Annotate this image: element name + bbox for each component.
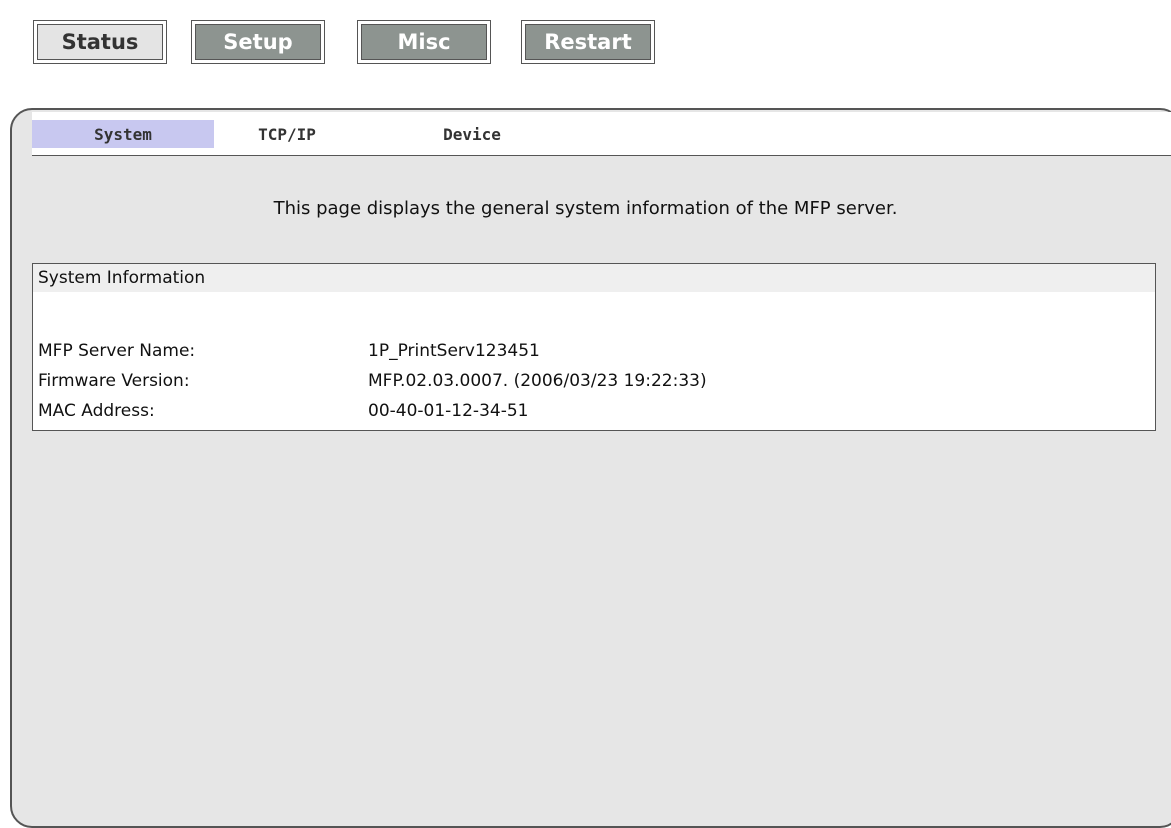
restart-button-label: Restart [525, 24, 651, 60]
system-information-box: System Information MFP Server Name: 1P_P… [32, 263, 1156, 431]
firmware-version-label: Firmware Version: [38, 371, 190, 391]
misc-button-label: Misc [361, 24, 487, 60]
server-name-label: MFP Server Name: [38, 341, 196, 361]
tab-system[interactable]: System [32, 120, 214, 148]
setup-button[interactable]: Setup [191, 20, 325, 64]
status-button-label: Status [37, 24, 163, 60]
misc-button[interactable]: Misc [357, 20, 491, 64]
status-button[interactable]: Status [33, 20, 167, 64]
firmware-version-value: MFP.02.03.0007. (2006/03/23 19:22:33) [368, 371, 707, 391]
mac-address-label: MAC Address: [38, 401, 155, 421]
mac-address-value: 00-40-01-12-34-51 [368, 401, 529, 421]
server-name-value: 1P_PrintServ123451 [368, 341, 540, 361]
tab-tcpip[interactable]: TCP/IP [237, 120, 337, 148]
system-information-title: System Information [33, 264, 1155, 292]
setup-button-label: Setup [195, 24, 321, 60]
page-description: This page displays the general system in… [273, 198, 898, 219]
restart-button[interactable]: Restart [521, 20, 655, 64]
tab-device[interactable]: Device [427, 120, 517, 148]
info-row-server-name: MFP Server Name: 1P_PrintServ123451 [38, 336, 1138, 366]
sub-tab-bar: System TCP/IP Device [32, 112, 1171, 156]
info-row-firmware-version: Firmware Version: MFP.02.03.0007. (2006/… [38, 366, 1138, 396]
info-row-mac-address: MAC Address: 00-40-01-12-34-51 [38, 396, 1138, 426]
